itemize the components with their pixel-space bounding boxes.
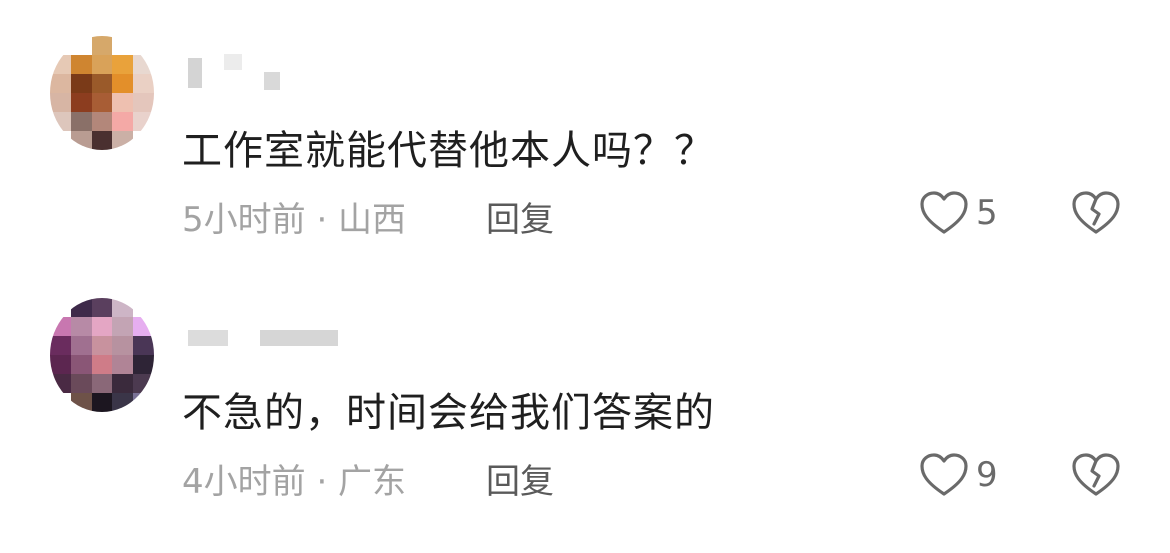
avatar-mosaic-cell [133, 74, 154, 93]
avatar-mosaic-cell [112, 298, 134, 317]
avatar-mosaic-cell [50, 317, 71, 336]
avatar-mosaic-cell [133, 55, 154, 74]
avatar-mosaic-cell [112, 55, 134, 74]
comment-text: 不急的，时间会给我们答案的 [182, 390, 715, 436]
comment-item: 工作室就能代替他本人吗？？ 5小时前 · 山西 回复 5 [0, 0, 1170, 270]
avatar-mosaic-cell [50, 131, 71, 150]
broken-heart-icon [1072, 453, 1120, 496]
like-button[interactable]: 5 [918, 188, 998, 238]
avatar-mosaic-cell [50, 355, 71, 374]
avatar-mosaic-cell [91, 74, 113, 93]
avatar-mosaic-cell [112, 74, 134, 93]
reply-button[interactable]: 回复 [486, 192, 554, 241]
heart-outline-icon [920, 453, 968, 496]
avatar-mosaic-cell [133, 317, 154, 336]
comment-meta: 5小时前 · 山西 [182, 200, 407, 240]
avatar-mosaic-cell [91, 393, 113, 412]
avatar-mosaic-cell [70, 374, 92, 393]
dislike-button[interactable] [1070, 190, 1122, 236]
avatar-mosaic-cell [133, 298, 154, 317]
avatar-mosaic-cell [91, 36, 113, 55]
like-button[interactable]: 9 [918, 450, 998, 500]
avatar-mosaic-cell [133, 393, 154, 412]
avatar-mosaic-cell [50, 74, 71, 93]
avatar-mosaic-cell [91, 355, 113, 374]
avatar-mosaic-cell [70, 336, 92, 355]
avatar-mosaic-cell [91, 317, 113, 336]
avatar-mosaic-cell [70, 93, 92, 112]
avatar-mosaic-cell [70, 298, 92, 317]
avatar-mosaic-cell [133, 131, 154, 150]
avatar-mosaic-cell [112, 93, 134, 112]
avatar-mosaic-cell [91, 112, 113, 131]
avatar-mosaic-cell [112, 36, 134, 55]
avatar-mosaic-cell [112, 355, 134, 374]
username-blurred[interactable] [184, 314, 344, 356]
avatar-mosaic-cell [50, 298, 71, 317]
avatar-mosaic-cell [50, 393, 71, 412]
comment-meta: 4小时前 · 广东 [182, 462, 407, 502]
avatar-mosaic-cell [91, 374, 113, 393]
avatar-mosaic-cell [70, 74, 92, 93]
avatar[interactable] [50, 298, 154, 412]
avatar-mosaic-cell [50, 374, 71, 393]
avatar-mosaic-cell [70, 393, 92, 412]
avatar-mosaic-cell [70, 55, 92, 74]
avatar-mosaic-cell [133, 93, 154, 112]
avatar-mosaic-cell [133, 336, 154, 355]
avatar-mosaic-cell [70, 131, 92, 150]
username-blurred[interactable] [184, 52, 344, 94]
dislike-button[interactable] [1070, 452, 1122, 498]
avatar-mosaic-cell [70, 317, 92, 336]
comment-text: 工作室就能代替他本人吗？？ [182, 128, 715, 174]
avatar-mosaic-cell [112, 374, 134, 393]
avatar-mosaic-cell [50, 36, 71, 55]
avatar-mosaic-cell [70, 355, 92, 374]
avatar-mosaic-cell [91, 336, 113, 355]
like-count: 5 [976, 193, 998, 233]
avatar-mosaic-cell [133, 36, 154, 55]
avatar-mosaic-cell [50, 336, 71, 355]
broken-heart-icon [1072, 191, 1120, 234]
avatar-mosaic-cell [91, 131, 113, 150]
avatar-mosaic-cell [91, 93, 113, 112]
avatar-mosaic-cell [70, 112, 92, 131]
avatar-mosaic-cell [112, 393, 134, 412]
avatar-mosaic-cell [133, 112, 154, 131]
heart-outline-icon [920, 191, 968, 234]
reply-button[interactable]: 回复 [486, 454, 554, 503]
avatar-mosaic-cell [112, 317, 134, 336]
like-count: 9 [976, 455, 998, 495]
avatar-mosaic-cell [50, 112, 71, 131]
avatar-mosaic-cell [91, 298, 113, 317]
avatar-mosaic-cell [91, 55, 113, 74]
avatar-mosaic-cell [50, 55, 71, 74]
avatar-mosaic-cell [112, 112, 134, 131]
avatar-mosaic-cell [50, 93, 71, 112]
avatar-mosaic-cell [112, 336, 134, 355]
avatar-mosaic-cell [112, 131, 134, 150]
avatar-mosaic-cell [133, 355, 154, 374]
avatar-mosaic-cell [133, 374, 154, 393]
comment-item: 不急的，时间会给我们答案的 4小时前 · 广东 回复 9 [0, 262, 1170, 532]
avatar[interactable] [50, 36, 154, 150]
avatar-mosaic-cell [70, 36, 92, 55]
